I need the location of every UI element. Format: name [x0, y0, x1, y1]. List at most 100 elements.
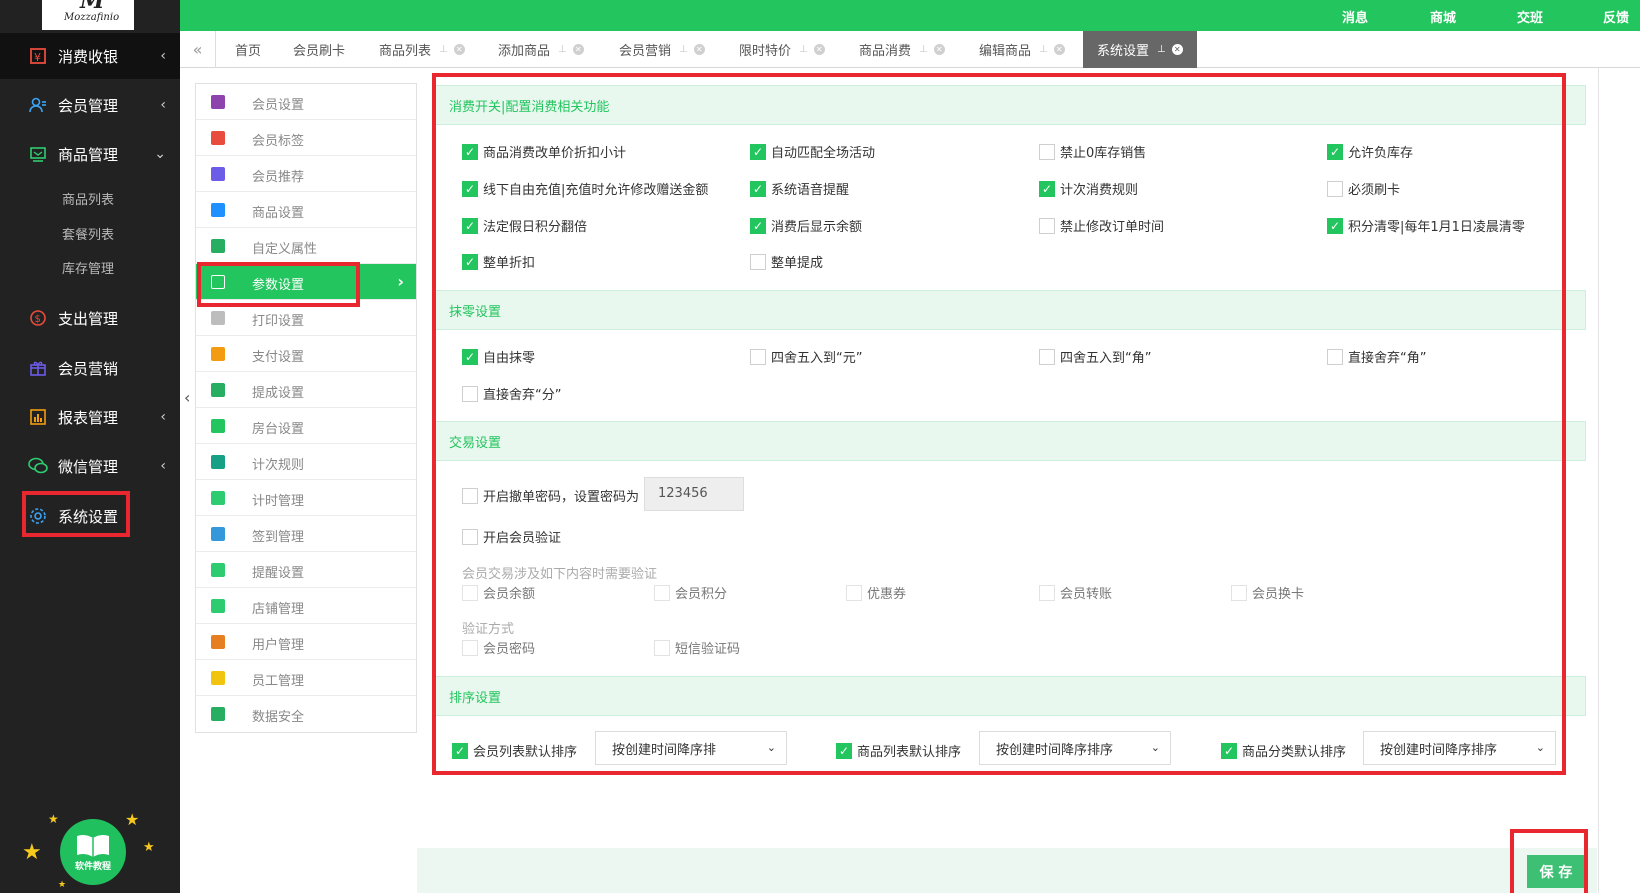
nav-item-goods[interactable]: 商品管理 ⌄ — [0, 131, 180, 177]
submenu-item-member-tags[interactable]: 会员标签 — [196, 120, 416, 156]
tab-label: 商品列表 — [379, 44, 432, 59]
nav-item-expense[interactable]: $ 支出管理 — [0, 295, 180, 341]
nav-label-member: 会员管理 — [58, 96, 119, 115]
close-icon[interactable]: ✕ — [1171, 44, 1183, 55]
pin-icon[interactable]: ⊥ — [558, 44, 567, 55]
tab-system-settings[interactable]: 系统设置 ⊥ ✕ — [1083, 31, 1197, 68]
submenu-label: 自定义属性 — [252, 242, 318, 257]
submenu-item-member-referral[interactable]: 会员推荐 — [196, 156, 416, 192]
submenu-item-member-settings[interactable]: 会员设置 — [196, 84, 416, 120]
submenu-item-store[interactable]: 店铺管理 — [196, 588, 416, 624]
top-link-handover[interactable]: 交班 — [1517, 7, 1543, 26]
submenu-item-payment-settings[interactable]: 支付设置 — [196, 336, 416, 372]
tag-icon — [211, 131, 225, 145]
calendar-icon — [211, 527, 225, 541]
settings-submenu: 会员设置 会员标签 会员推荐 商品设置 自定义属性 参数设置 › 打印设置 支付设… — [195, 83, 417, 733]
nav-label-report: 报表管理 — [58, 408, 119, 427]
submenu-label: 计时管理 — [252, 494, 305, 509]
nav-sub-goods-list[interactable]: 商品列表 — [62, 189, 114, 208]
submenu-label: 会员推荐 — [252, 170, 305, 185]
close-icon[interactable]: ✕ — [813, 44, 825, 55]
nav-sub-inventory[interactable]: 库存管理 — [62, 258, 114, 277]
tab-add-goods[interactable]: 添加商品 ⊥ ✕ — [498, 31, 584, 68]
chevron-down-icon: ⌄ — [154, 146, 166, 162]
tab-label: 系统设置 — [1097, 44, 1150, 59]
pin-icon[interactable]: ⊥ — [679, 44, 688, 55]
nav-item-report[interactable]: 报表管理 ‹ — [0, 394, 180, 440]
submenu-item-timing[interactable]: 计时管理 — [196, 480, 416, 516]
nav-item-marketing[interactable]: 会员营销 — [0, 345, 180, 391]
close-icon[interactable]: ✕ — [572, 44, 584, 55]
clock-icon — [211, 491, 225, 505]
submenu-item-data-security[interactable]: 数据安全 — [196, 696, 416, 732]
chevron-left-icon: ‹ — [160, 48, 166, 64]
tab-goods-list[interactable]: 商品列表 ⊥ ✕ — [379, 31, 465, 68]
submenu-item-staff[interactable]: 员工管理 — [196, 660, 416, 696]
star-icon: ★ — [125, 810, 140, 829]
close-icon[interactable]: ✕ — [1053, 44, 1065, 55]
list-icon — [211, 455, 225, 469]
tab-label: 编辑商品 — [979, 44, 1032, 59]
nav-sub-package-list[interactable]: 套餐列表 — [62, 224, 114, 243]
tab-flash-sale[interactable]: 限时特价 ⊥ ✕ — [739, 31, 825, 68]
nav-item-wechat[interactable]: 微信管理 ‹ — [0, 443, 180, 489]
nav-label-wechat: 微信管理 — [58, 457, 119, 476]
tab-home[interactable]: 首页 — [235, 31, 261, 68]
left-navigation: M Mozzafinio ¥ 消费收银 ‹ 会员管理 ‹ 商品管理 ⌄ 商品列表… — [0, 0, 180, 893]
pin-icon[interactable]: ⊥ — [1039, 44, 1048, 55]
top-link-mall[interactable]: 商城 — [1430, 7, 1456, 26]
submenu-label: 商品设置 — [252, 206, 305, 221]
top-link-messages[interactable]: 消息 — [1342, 7, 1368, 26]
nav-item-cashier[interactable]: ¥ 消费收银 ‹ — [0, 33, 180, 79]
member-icon — [28, 95, 48, 115]
tab-edit-goods[interactable]: 编辑商品 ⊥ ✕ — [979, 31, 1065, 68]
referral-icon — [211, 167, 225, 181]
gift-icon — [28, 358, 48, 378]
submenu-item-users[interactable]: 用户管理 — [196, 624, 416, 660]
close-icon[interactable]: ✕ — [693, 44, 705, 55]
tab-member-card[interactable]: 会员刷卡 — [293, 31, 345, 68]
settings-highlight-box — [432, 73, 1566, 775]
goods-settings-icon — [211, 203, 225, 217]
nav-item-member[interactable]: 会员管理 ‹ — [0, 82, 180, 128]
tab-member-marketing[interactable]: 会员营销 ⊥ ✕ — [619, 31, 705, 68]
cashier-icon: ¥ — [28, 46, 48, 66]
submenu-label: 房台设置 — [252, 422, 305, 437]
submenu-label: 员工管理 — [252, 674, 305, 689]
top-link-feedback[interactable]: 反馈 — [1603, 7, 1629, 26]
submenu-item-room-settings[interactable]: 房台设置 — [196, 408, 416, 444]
double-chevron-left-icon[interactable]: « — [180, 31, 216, 68]
pin-icon[interactable]: ⊥ — [439, 44, 448, 55]
svg-text:$: $ — [35, 314, 41, 325]
user-icon — [211, 635, 225, 649]
star-icon: ★ — [48, 812, 59, 826]
submenu-label: 计次规则 — [252, 458, 305, 473]
submenu-item-commission-settings[interactable]: 提成设置 — [196, 372, 416, 408]
submenu-label: 支付设置 — [252, 350, 305, 365]
star-icon: ★ — [22, 840, 42, 865]
submenu-item-reminder[interactable]: 提醒设置 — [196, 552, 416, 588]
chevron-left-icon[interactable]: ‹ — [184, 388, 190, 407]
staff-icon — [211, 671, 225, 685]
tab-label: 添加商品 — [498, 44, 551, 59]
pin-icon[interactable]: ⊥ — [1157, 44, 1166, 55]
pin-icon[interactable]: ⊥ — [919, 44, 928, 55]
divider — [1598, 68, 1599, 893]
report-icon — [28, 407, 48, 427]
submenu-item-checkin[interactable]: 签到管理 — [196, 516, 416, 552]
close-icon[interactable]: ✕ — [933, 44, 945, 55]
submenu-label: 店铺管理 — [252, 602, 305, 617]
submenu-item-goods-settings[interactable]: 商品设置 — [196, 192, 416, 228]
tab-label: 商品消费 — [859, 44, 912, 59]
expense-icon: $ — [28, 308, 48, 328]
chevron-left-icon: ‹ — [160, 458, 166, 474]
submenu-label: 数据安全 — [252, 710, 305, 725]
tab-goods-consume[interactable]: 商品消费 ⊥ ✕ — [859, 31, 945, 68]
submenu-item-custom-attrs[interactable]: 自定义属性 — [196, 228, 416, 264]
submenu-item-count-rules[interactable]: 计次规则 — [196, 444, 416, 480]
pin-icon[interactable]: ⊥ — [799, 44, 808, 55]
close-icon[interactable]: ✕ — [453, 44, 465, 55]
tutorial-button[interactable]: 软件教程 — [60, 819, 126, 885]
nav-label-marketing: 会员营销 — [58, 359, 119, 378]
submenu-label: 提成设置 — [252, 386, 305, 401]
